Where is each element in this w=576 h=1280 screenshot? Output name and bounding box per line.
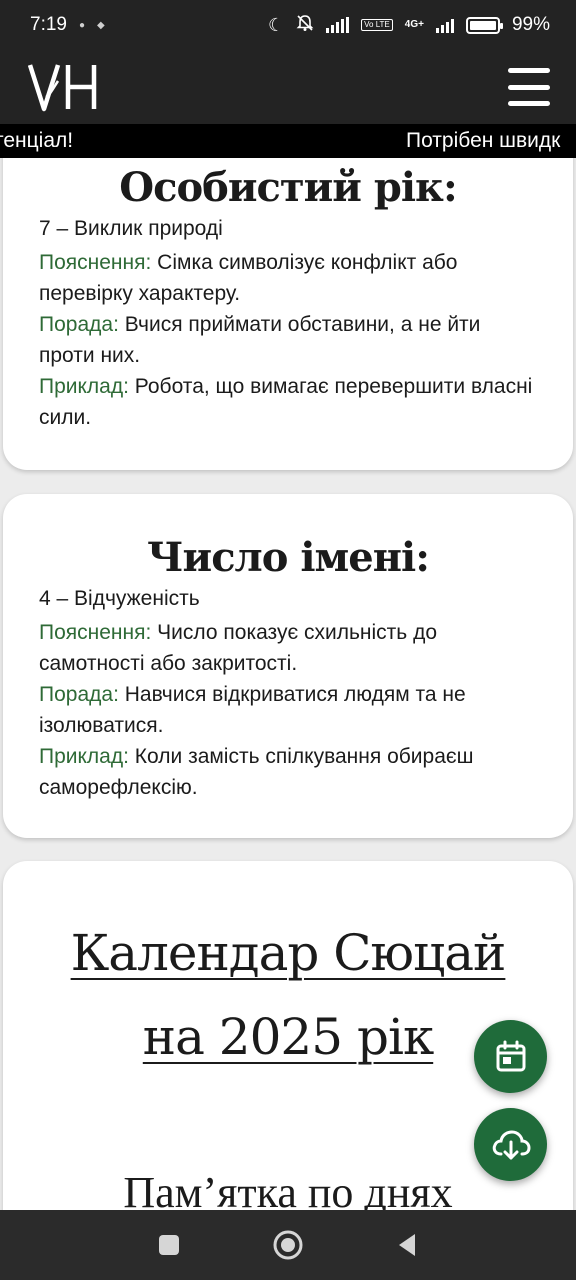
battery-fill — [469, 20, 496, 30]
notification-small-icon: ◆ — [97, 19, 105, 31]
calendar-title-link[interactable]: Календар Сюцай на 2025 рік — [39, 911, 537, 1079]
menu-bar — [508, 101, 550, 106]
status-left: 7:19 ● ◆ — [30, 14, 105, 36]
system-navigation-bar — [0, 1210, 576, 1280]
calendar-subtitle: Пам’ятка по днях — [123, 1168, 453, 1210]
cell-signal-icon — [435, 17, 454, 33]
explanation-label: Пояснення: — [39, 621, 152, 644]
status-right: ☾ Vo LTE 4G+ 99% — [268, 14, 550, 37]
advice-label: Порада: — [39, 313, 119, 336]
screen: 7:19 ● ◆ ☾ Vo LTE 4G+ 99% тенціал! Потрі… — [0, 0, 576, 1280]
download-fab-button[interactable] — [474, 1108, 547, 1181]
menu-bar — [508, 84, 550, 90]
hamburger-menu-button[interactable] — [508, 68, 550, 106]
calendar-title-line2: на 2025 рік — [142, 1008, 434, 1066]
menu-bar — [508, 68, 550, 73]
battery-percent: 99% — [511, 14, 550, 35]
network-type: 4G+ — [404, 19, 424, 30]
notification-dot-icon: ● — [78, 19, 86, 31]
back-button[interactable] — [387, 1225, 427, 1265]
volte-badge: Vo LTE — [361, 19, 393, 31]
example-text: Приклад: Коли замість спілкування обирає… — [39, 741, 537, 803]
explanation-label: Пояснення: — [39, 251, 152, 274]
example-label: Приклад: — [39, 375, 129, 398]
advice-text: Порада: Вчися приймати обставини, а не й… — [39, 309, 537, 371]
calendar-title-line1: Календар Сюцай — [70, 924, 507, 982]
wifi-signal-icon — [326, 17, 350, 33]
card-value: 7 – Виклик природі — [39, 217, 223, 240]
calendar-icon — [496, 1040, 525, 1071]
advice-text: Порада: Навчися відкриватися людям та не… — [39, 679, 537, 741]
cloud-download-icon — [492, 1129, 531, 1159]
status-bar: 7:19 ● ◆ ☾ Vo LTE 4G+ 99% — [0, 0, 576, 50]
ticker-text-left: тенціал! — [0, 129, 74, 152]
news-ticker[interactable]: тенціал! Потрібен швидк — [0, 124, 576, 158]
name-number-card: Число імені: 4 – Відчуженість Пояснення:… — [3, 494, 573, 838]
example-label: Приклад: — [39, 745, 129, 768]
status-time: 7:19 — [30, 14, 67, 35]
back-triangle-icon — [398, 1234, 415, 1256]
card-value: 4 – Відчуженість — [39, 587, 200, 610]
home-circle-icon — [273, 1230, 303, 1260]
card-title: Особистий рік: — [119, 164, 457, 211]
battery-icon — [465, 16, 503, 34]
explanation-text: Пояснення: Число показує схильність до с… — [39, 617, 537, 679]
vh-logo-icon — [28, 64, 97, 112]
home-button[interactable] — [268, 1225, 308, 1265]
example-text: Приклад: Робота, що вимагає перевершити … — [39, 371, 537, 433]
do-not-disturb-moon-icon: ☾ — [267, 14, 285, 35]
site-header — [0, 50, 576, 124]
advice-label: Порада: — [39, 683, 119, 706]
square-recent-icon — [159, 1235, 180, 1255]
site-logo[interactable] — [28, 59, 100, 115]
muted-bell-icon — [296, 14, 314, 37]
calendar-fab-button[interactable] — [474, 1020, 547, 1093]
card-title: Число імені: — [147, 534, 430, 581]
personal-year-card: Особистий рік: 7 – Виклик природі Поясне… — [3, 158, 573, 470]
explanation-text: Пояснення: Сімка символізує конфлікт або… — [39, 247, 537, 309]
recent-apps-button[interactable] — [149, 1225, 189, 1265]
ticker-text-right: Потрібен швидк — [406, 129, 561, 152]
